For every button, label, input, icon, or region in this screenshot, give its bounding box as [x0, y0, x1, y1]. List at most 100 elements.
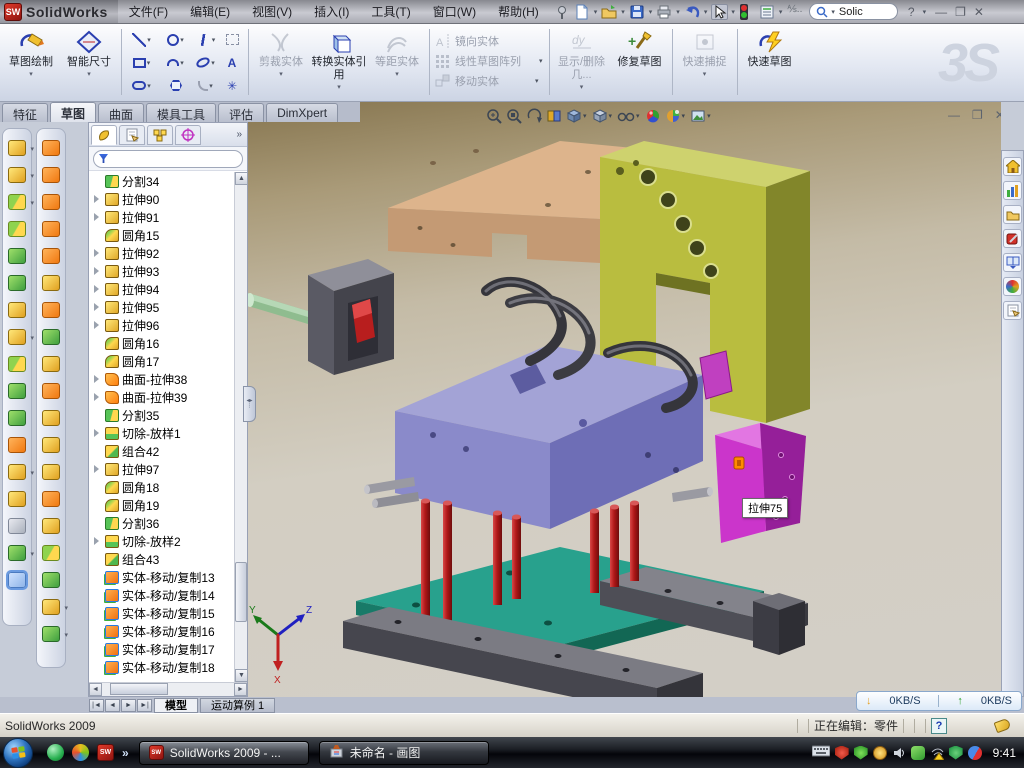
- tab-surfaces[interactable]: 曲面: [98, 103, 144, 122]
- edit-appearance-button[interactable]: [645, 108, 661, 124]
- toolbar-icon[interactable]: [8, 437, 26, 453]
- toolbar-icon[interactable]: [8, 410, 26, 426]
- toolbar-icon[interactable]: [42, 572, 60, 588]
- tree-item[interactable]: 拉伸91: [91, 208, 234, 226]
- toolbar-icon[interactable]: [8, 302, 26, 318]
- toolbar-icon[interactable]: [42, 248, 60, 264]
- new-file-icon[interactable]: [574, 4, 591, 20]
- polygon-tool[interactable]: [159, 74, 193, 97]
- toolbar-icon[interactable]: [8, 545, 26, 561]
- tray-security-shield-icon[interactable]: [854, 746, 868, 760]
- quick-launch-icon-1[interactable]: [47, 744, 64, 761]
- tree-item[interactable]: 分割34: [91, 172, 234, 190]
- toolbar-icon[interactable]: [8, 491, 26, 507]
- toolbar-icon[interactable]: [42, 464, 60, 480]
- convert-entities-button[interactable]: 转换实体引用 ▾: [310, 26, 368, 96]
- tree-item[interactable]: 拉伸95: [91, 298, 234, 316]
- sketch-fillet-tool[interactable]: ▾: [193, 74, 219, 97]
- toolbar-icon[interactable]: [42, 545, 60, 561]
- quick-launch-icon-2[interactable]: [72, 744, 89, 761]
- tree-item[interactable]: 曲面-拉伸39: [91, 388, 234, 406]
- tree-item[interactable]: 实体-移动/复制15: [91, 604, 234, 622]
- pane-overflow-chevron[interactable]: »: [236, 129, 245, 140]
- part-magenta-block[interactable]: [715, 423, 806, 543]
- toolbar-icon[interactable]: [42, 518, 60, 534]
- tab-sketch[interactable]: 草图: [50, 102, 96, 122]
- taskbar-window-solidworks[interactable]: SW SolidWorks 2009 - ...: [139, 741, 309, 765]
- toolbar-icon[interactable]: [42, 437, 60, 453]
- toolbar-icon[interactable]: [8, 248, 26, 264]
- trim-entities-button[interactable]: 剪裁实体 ▾: [252, 26, 310, 96]
- file-explorer-button[interactable]: [1003, 205, 1022, 224]
- tab-mold-tools[interactable]: 模具工具: [146, 103, 216, 122]
- display-style-button[interactable]: ▾: [592, 108, 614, 124]
- taskbar-clock[interactable]: 9:41: [993, 746, 1016, 760]
- selection-box-tool[interactable]: [219, 28, 245, 51]
- menu-insert[interactable]: 插入(I): [303, 0, 360, 23]
- toolbar-icon[interactable]: [42, 302, 60, 318]
- menu-help[interactable]: 帮助(H): [487, 0, 550, 23]
- tags-icon[interactable]: [994, 718, 1012, 733]
- tree-horizontal-scrollbar[interactable]: ◄ ►: [89, 682, 247, 696]
- hide-show-items-button[interactable]: ▾: [617, 108, 641, 124]
- tree-item[interactable]: 拉伸96: [91, 316, 234, 334]
- toolbar-icon[interactable]: [42, 194, 60, 210]
- toolbar-icon[interactable]: [42, 626, 60, 642]
- featuremanager-tab[interactable]: [91, 125, 117, 145]
- toolbox-button[interactable]: [1003, 229, 1022, 248]
- tree-item[interactable]: 曲面-拉伸38: [91, 370, 234, 388]
- help-dropdown[interactable]: ▾: [923, 8, 927, 16]
- display-delete-relations-button[interactable]: dy 显示/删除几... ▾: [553, 26, 611, 96]
- first-tab-button[interactable]: |◄: [89, 699, 104, 712]
- tree-item[interactable]: 切除-放样1: [91, 424, 234, 442]
- text-tool[interactable]: A: [219, 51, 245, 74]
- toolbar-icon[interactable]: [42, 383, 60, 399]
- tray-messenger-icon[interactable]: [911, 746, 925, 760]
- arc-tool[interactable]: ▾: [159, 51, 193, 74]
- select-cursor-icon[interactable]: [711, 4, 728, 20]
- network-speed-monitor[interactable]: ↓ 0KB/S ↑ 0KB/S: [856, 691, 1022, 711]
- line-tool[interactable]: ▾: [125, 28, 159, 51]
- hscroll-thumb[interactable]: [110, 683, 168, 695]
- tray-wireless-warning-icon[interactable]: [930, 746, 944, 760]
- close-button[interactable]: ✕: [974, 5, 984, 19]
- custom-properties-button[interactable]: [1003, 301, 1022, 320]
- assembly-3d-view[interactable]: Y Z X: [248, 102, 1001, 697]
- offset-entities-button[interactable]: 等距实体 ▾: [368, 26, 426, 96]
- tree-item[interactable]: 圆角19: [91, 496, 234, 514]
- input-method-keyboard-icon[interactable]: [812, 744, 830, 762]
- toolbar-icon[interactable]: [42, 221, 60, 237]
- configurationmanager-tab[interactable]: [147, 125, 173, 145]
- restore-button[interactable]: ❐: [955, 5, 966, 19]
- view-settings-button[interactable]: ▾: [690, 108, 712, 124]
- doc-minimize-button[interactable]: —: [948, 108, 960, 122]
- measure-tool-button[interactable]: [8, 572, 26, 588]
- doc-close-button[interactable]: ✕: [995, 108, 1001, 122]
- part-magenta-connector[interactable]: [700, 351, 732, 399]
- pin-icon[interactable]: [554, 4, 571, 20]
- tray-antivirus-icon[interactable]: [835, 746, 849, 760]
- tray-health-shield-icon[interactable]: [949, 746, 963, 760]
- toolbar-icon[interactable]: [42, 140, 60, 156]
- search-box[interactable]: ▾: [809, 3, 898, 20]
- sketch-button[interactable]: 草图绘制 ▾: [2, 26, 60, 96]
- spline-tool[interactable]: ▾: [193, 28, 219, 51]
- toolbar-icon[interactable]: [8, 464, 26, 480]
- tree-item[interactable]: 拉伸93: [91, 262, 234, 280]
- menu-edit[interactable]: 编辑(E): [179, 0, 241, 23]
- ellipse-tool[interactable]: ▾: [193, 51, 219, 74]
- tree-item[interactable]: 圆角15: [91, 226, 234, 244]
- point-tool[interactable]: ✳: [219, 74, 245, 97]
- options-extra-icon[interactable]: ⅍..: [786, 4, 803, 20]
- scroll-right-button[interactable]: ►: [234, 683, 247, 696]
- minimize-button[interactable]: —: [935, 5, 947, 19]
- next-tab-button[interactable]: ►: [121, 699, 136, 712]
- tree-item[interactable]: 拉伸97: [91, 460, 234, 478]
- zoom-area-button[interactable]: [506, 108, 522, 124]
- tab-evaluate[interactable]: 评估: [218, 103, 264, 122]
- toolbar-icon[interactable]: [42, 410, 60, 426]
- linear-pattern-button[interactable]: 线性草图阵列 ▾: [433, 51, 546, 71]
- repair-sketch-button[interactable]: + 修复草图: [611, 26, 669, 96]
- mirror-entities-button[interactable]: A 镜向实体: [433, 31, 546, 51]
- prev-tab-button[interactable]: ◄: [105, 699, 120, 712]
